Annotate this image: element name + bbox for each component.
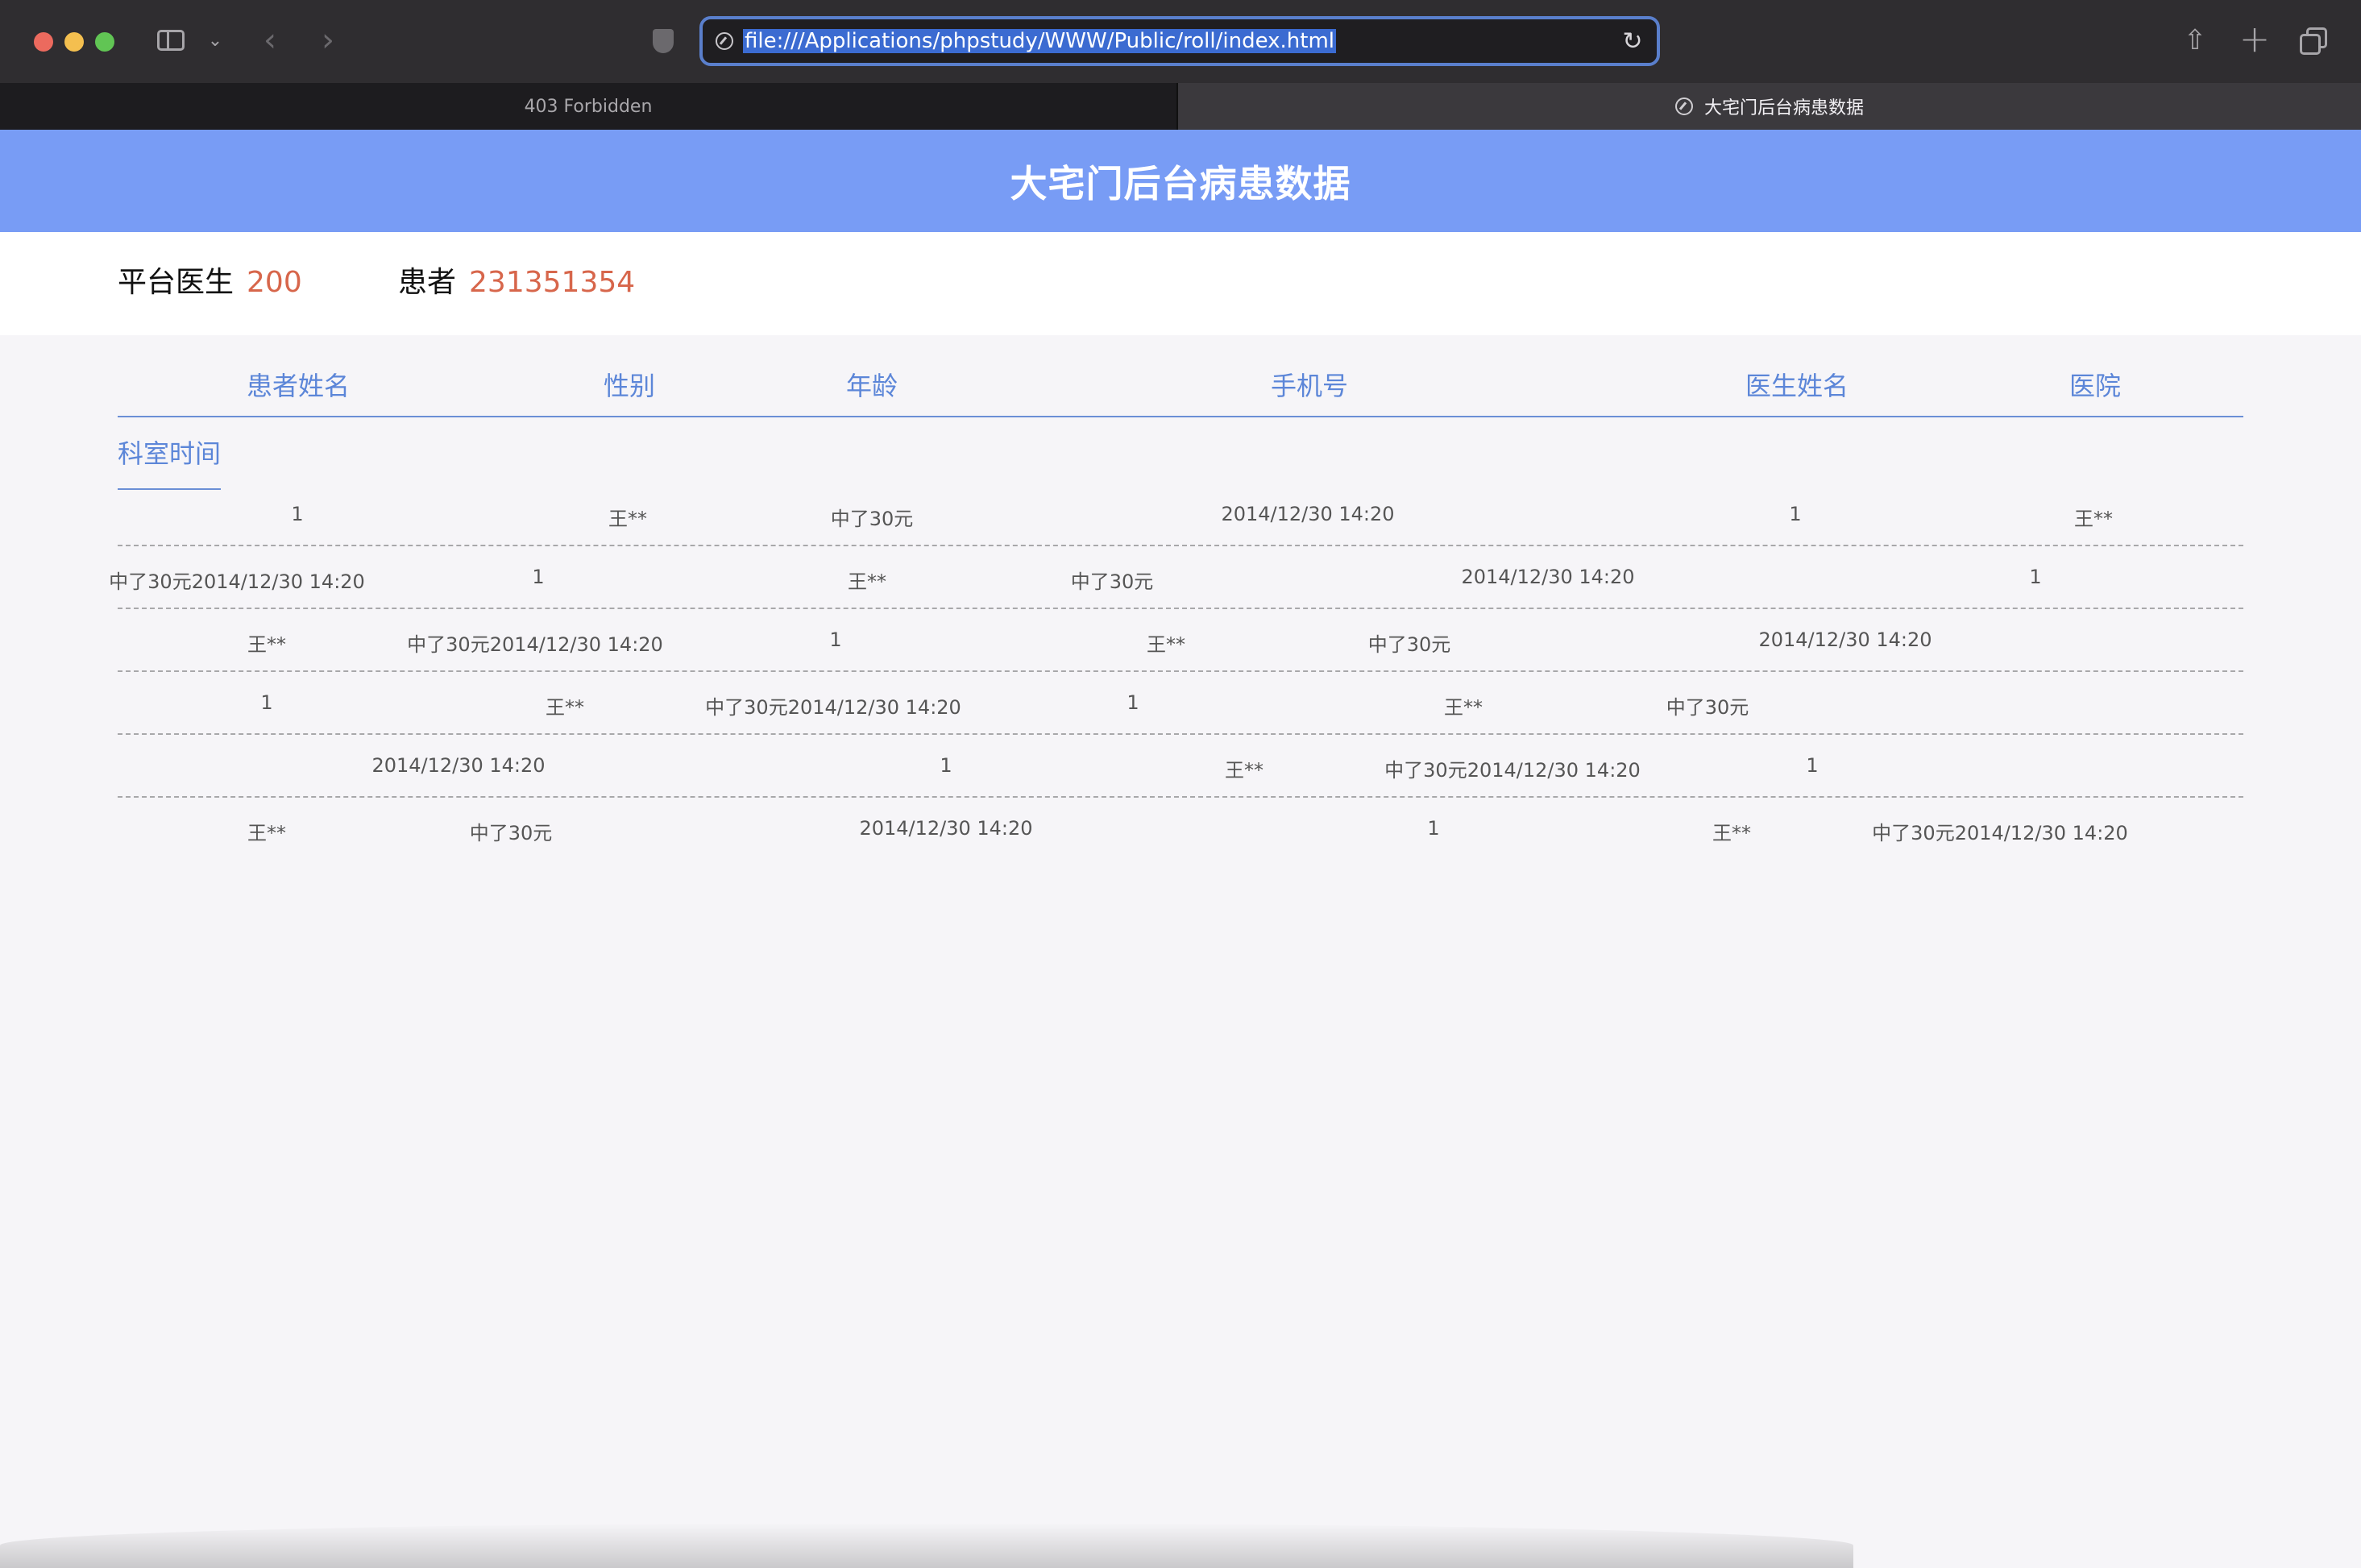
table-cell: 王**: [1225, 759, 1263, 782]
table-cell: 王**: [546, 696, 584, 719]
stat-patients-value: 231351354: [469, 266, 636, 299]
table-cell: 1: [291, 503, 304, 525]
page-content: 大宅门后台病患数据 平台医生 200 患者 231351354 患者姓名 性别 年龄…: [0, 130, 2361, 1568]
tab-403-forbidden[interactable]: 403 Forbidden: [0, 83, 1178, 130]
table-row: 1 王** 中了30元2014/12/30 14:20 1 王** 中了30元: [118, 672, 2243, 735]
forward-chevron-icon[interactable]: ›: [314, 22, 342, 59]
table-cell: 2014/12/30 14:20: [1461, 566, 1635, 588]
table-cell: 王**: [848, 570, 886, 593]
table-cell: 1: [1806, 754, 1819, 777]
stat-doctors-label: 平台医生: [118, 266, 234, 299]
share-icon[interactable]: ⇧: [2181, 23, 2210, 58]
table-cell: 中了30元2014/12/30 14:20: [1872, 822, 2128, 844]
tab-strip: 403 Forbidden 大宅门后台病患数据: [0, 83, 2361, 130]
table-cell: 1: [2029, 566, 2042, 588]
table-header-row: 患者姓名 性别 年龄 手机号 医生姓名 医院: [118, 335, 2243, 417]
header-gender: 性别: [604, 371, 656, 401]
table-cell: 王**: [247, 822, 286, 844]
table-cell: 1: [829, 628, 842, 651]
table-cell: 王**: [1147, 633, 1185, 656]
back-chevron-icon[interactable]: ‹: [256, 22, 284, 59]
new-tab-plus-icon[interactable]: +: [2239, 17, 2271, 60]
browser-toolbar: ⌄ ‹ › file:///Applications/phpstudy/WWW/…: [0, 0, 2361, 83]
sidebar-toggle-icon[interactable]: [155, 27, 187, 53]
table-cell: 中了30元: [1070, 570, 1154, 593]
table-cell: 1: [1789, 503, 1802, 525]
table-cell: 1: [1427, 817, 1440, 840]
table-cell: 王**: [608, 508, 647, 530]
compass-icon: [1674, 97, 1693, 115]
table-cell: 1: [260, 691, 273, 714]
table-cell: 王**: [247, 633, 286, 656]
tab-overview-icon[interactable]: [2298, 26, 2330, 58]
window-close-button[interactable]: [34, 32, 53, 52]
patient-table: 患者姓名 性别 年龄 手机号 医生姓名 医院 科室时间 1 王** 中了30元 …: [109, 335, 2243, 859]
page-title: 大宅门后台病患数据: [1010, 161, 1351, 205]
table-row: 王** 中了30元2014/12/30 14:20 1 王** 中了30元 20…: [118, 609, 2243, 672]
table-cell: 2014/12/30 14:20: [1221, 503, 1395, 525]
header-phone: 手机号: [1271, 371, 1349, 401]
chevron-down-icon[interactable]: ⌄: [205, 27, 226, 53]
table-cell: 2014/12/30 14:20: [371, 754, 546, 777]
window-maximize-button[interactable]: [95, 32, 114, 52]
address-bar[interactable]: file:///Applications/phpstudy/WWW/Public…: [699, 16, 1660, 66]
table-cell: 中了30元2014/12/30 14:20: [705, 696, 961, 719]
tab-patient-data[interactable]: 大宅门后台病患数据: [1178, 83, 2361, 130]
page-banner: 大宅门后台病患数据: [0, 130, 2361, 232]
compass-icon: [716, 32, 733, 50]
header-age: 年龄: [846, 371, 898, 401]
header-hospital: 医院: [2069, 371, 2122, 401]
stat-patients-label: 患者: [398, 266, 457, 299]
stats-bar: 平台医生 200 患者 231351354: [0, 232, 2361, 335]
window-bottom-shadow: [0, 1523, 1853, 1568]
header-patient-name: 患者姓名: [247, 371, 351, 401]
table-cell: 2014/12/30 14:20: [859, 817, 1033, 840]
table-row: 中了30元2014/12/30 14:20 1 王** 中了30元 2014/1…: [109, 546, 2243, 609]
table-row: 2014/12/30 14:20 1 王** 中了30元2014/12/30 1…: [118, 735, 2243, 798]
stat-doctors-value: 200: [247, 266, 302, 299]
table-cell: 2014/12/30 14:20: [1758, 628, 1932, 651]
tab-label: 403 Forbidden: [524, 96, 653, 117]
table-cell: 中了30元: [830, 508, 914, 530]
table-cell: 王**: [1712, 822, 1751, 844]
table-cell: 王**: [2074, 508, 2113, 530]
window-minimize-button[interactable]: [64, 32, 84, 52]
header-doctor-name: 医生姓名: [1745, 371, 1849, 401]
reload-icon[interactable]: ↻: [1620, 27, 1645, 56]
stat-doctors: 平台医生 200: [118, 263, 302, 303]
table-cell: 中了30元2014/12/30 14:20: [407, 633, 663, 656]
table-cell: 中了30元2014/12/30 14:20: [1384, 759, 1641, 782]
table-row: 1 王** 中了30元 2014/12/30 14:20 1 王**: [118, 483, 2243, 546]
table-cell: 王**: [1444, 696, 1483, 719]
table-cell: 1: [1127, 691, 1139, 714]
privacy-shield-icon[interactable]: [651, 27, 675, 55]
table-cell: 中了30元: [469, 822, 553, 844]
table-row: 王** 中了30元 2014/12/30 14:20 1 王** 中了30元20…: [118, 798, 2243, 859]
tab-label: 大宅门后台病患数据: [1703, 98, 1864, 118]
header-department-time: 科室时间: [118, 433, 222, 490]
table-cell: 1: [940, 754, 952, 777]
table-cell: 1: [532, 566, 545, 588]
stat-patients: 患者 231351354: [398, 263, 635, 303]
address-bar-url[interactable]: file:///Applications/phpstudy/WWW/Public…: [743, 29, 1337, 53]
table-header-row-2: 科室时间: [118, 417, 2243, 490]
table-cell: 中了30元: [1666, 696, 1749, 719]
table-cell: 中了30元: [1367, 633, 1451, 656]
table-cell: 中了30元2014/12/30 14:20: [109, 570, 365, 593]
